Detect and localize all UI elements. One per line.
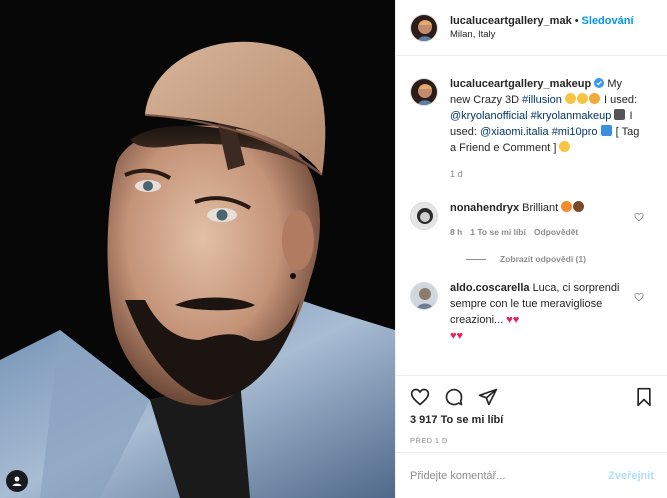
likes-count[interactable]: 3 917 To se mi líbí (410, 414, 654, 426)
separator-dot: • (574, 14, 579, 27)
comment-likes[interactable]: 1 To se mi líbí (470, 224, 526, 240)
post-actions: 3 917 To se mi líbí PŘED 1 D (396, 375, 667, 455)
post-image[interactable] (0, 0, 395, 498)
caption-avatar[interactable] (410, 78, 438, 106)
caption-time[interactable]: 1 d (450, 166, 640, 182)
heart-emoji: ♥♥ (506, 314, 520, 326)
heart-icon[interactable] (634, 292, 644, 305)
post-date[interactable]: PŘED 1 D (410, 436, 654, 445)
comment-time[interactable]: 8 h (450, 224, 462, 240)
hashtag-illusion[interactable]: #illusion (522, 94, 562, 106)
hashtag-kryolan[interactable]: #kryolanmakeup (531, 110, 612, 122)
commenter-avatar[interactable] (410, 202, 438, 230)
smile-emoji (559, 141, 571, 154)
commenter-avatar[interactable] (410, 282, 438, 310)
post-photo (0, 0, 395, 498)
comment-username[interactable]: aldo.coscarella (450, 282, 530, 294)
post-comment-button[interactable]: Zveřejnit (608, 470, 654, 482)
comment-item: aldo.coscarella Luca, ci sorprendi sempr… (410, 280, 654, 344)
add-comment-bar: Zveřejnit (396, 452, 667, 498)
mention-xiaomi[interactable]: @xiaomi.italia (480, 126, 549, 138)
emoji-group (561, 201, 585, 214)
view-replies-label: Zobrazit odpovědi (1) (500, 254, 586, 264)
emoji-group (564, 93, 601, 106)
verified-icon (594, 78, 605, 90)
user-tag-button[interactable] (6, 470, 28, 492)
author-avatar[interactable] (410, 13, 438, 42)
user-tag-icon (11, 475, 23, 487)
author-username[interactable]: lucaluceartgallery_mak (450, 15, 572, 27)
download-emoji (600, 125, 613, 138)
post-header: lucaluceartgallery_mak • Sledování Milan, … (396, 0, 667, 56)
comments-section: lucaluceartgallery_makeup My new Crazy 3… (396, 57, 667, 375)
caption-text-2: I used: (604, 94, 638, 106)
post-details-panel: lucaluceartgallery_mak • Sledování Milan, … (395, 0, 667, 498)
replies-divider (466, 258, 486, 260)
comment-icon[interactable] (444, 387, 464, 407)
bookmark-icon[interactable] (634, 387, 654, 407)
comment-item: nonahendryx Brilliant 8 h 1 To se mi líb… (410, 200, 654, 240)
comment-input[interactable] (410, 469, 609, 482)
hashtag-mi10pro[interactable]: #mi10pro (552, 126, 598, 138)
mention-kryolan[interactable]: @kryolanofficial (450, 110, 528, 122)
caption: lucaluceartgallery_makeup My new Crazy 3… (410, 76, 654, 182)
follow-button[interactable]: Sledování (582, 15, 634, 27)
camera-emoji (614, 109, 626, 122)
view-replies-button[interactable]: Zobrazit odpovědi (1) (466, 254, 654, 264)
post-location[interactable]: Milan, Italy (450, 28, 634, 42)
heart-icon[interactable] (634, 212, 644, 225)
caption-username[interactable]: lucaluceartgallery_makeup (450, 78, 591, 90)
heart-emoji: ♥♥ (450, 330, 464, 342)
reply-button[interactable]: Odpovědět (534, 224, 578, 240)
share-icon[interactable] (478, 387, 498, 407)
heart-icon[interactable] (410, 387, 430, 407)
comment-username[interactable]: nonahendryx (450, 202, 519, 214)
comment-text: Brilliant (522, 202, 559, 214)
